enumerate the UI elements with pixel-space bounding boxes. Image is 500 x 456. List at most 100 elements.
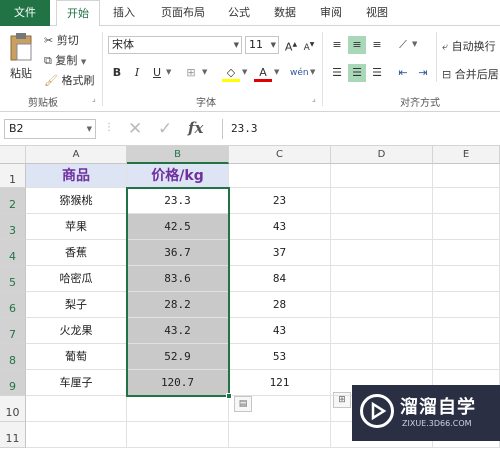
cell-empty[interactable] (229, 396, 331, 422)
align-middle-icon[interactable]: ≡ (348, 36, 366, 54)
cell-d1[interactable] (331, 164, 433, 188)
align-top-icon[interactable]: ≡ (328, 36, 346, 54)
font-size-select[interactable]: 11 ▼ (245, 36, 279, 54)
name-box[interactable]: B2 ▼ (4, 119, 96, 139)
cell-product-name[interactable]: 香蕉 (26, 240, 127, 266)
chevron-down-icon[interactable]: ▼ (242, 68, 247, 76)
row-header-9[interactable]: 9 (0, 370, 26, 396)
cell-empty[interactable] (26, 396, 127, 422)
tab-home[interactable]: 开始 (56, 0, 100, 27)
align-left-icon[interactable]: ☰ (328, 64, 346, 82)
dialog-launcher-icon[interactable]: ⌟ (312, 94, 316, 103)
underline-button[interactable]: U (148, 64, 166, 82)
insert-function-button[interactable]: fx (188, 119, 203, 137)
font-color-icon[interactable]: A (254, 64, 272, 82)
tab-view[interactable]: 视图 (358, 0, 396, 26)
format-painter-button[interactable]: 🖌 格式刷 (44, 72, 94, 88)
fill-color-icon[interactable]: ◇ (222, 64, 240, 82)
cell-empty[interactable] (26, 422, 127, 448)
phonetic-icon[interactable]: wén (290, 64, 309, 82)
dialog-launcher-icon[interactable]: ⌟ (92, 94, 96, 103)
cell-rounded-price[interactable]: 84 (229, 266, 331, 292)
cell-empty[interactable] (331, 292, 433, 318)
cell-product-name[interactable]: 苹果 (26, 214, 127, 240)
cell-empty[interactable] (331, 344, 433, 370)
cell-rounded-price[interactable]: 37 (229, 240, 331, 266)
chevron-down-icon[interactable]: ▼ (412, 40, 417, 48)
cell-rounded-price[interactable]: 23 (229, 188, 331, 214)
cell-empty[interactable] (331, 240, 433, 266)
formula-input[interactable]: 23.3 (222, 119, 496, 139)
column-header-d[interactable]: D (331, 146, 433, 164)
cell-rounded-price[interactable]: 53 (229, 344, 331, 370)
cell-empty[interactable] (433, 318, 500, 344)
cell-product-name[interactable]: 车厘子 (26, 370, 127, 396)
cell-price[interactable]: 83.6 (127, 266, 229, 292)
cell-price[interactable]: 42.5 (127, 214, 229, 240)
tab-page-layout[interactable]: 页面布局 (152, 0, 214, 26)
cell-empty[interactable] (127, 396, 229, 422)
cell-price[interactable]: 36.7 (127, 240, 229, 266)
align-right-icon[interactable]: ☰ (368, 64, 386, 82)
decrease-font-icon[interactable]: A▼ (300, 36, 318, 54)
cell-price[interactable]: 52.9 (127, 344, 229, 370)
row-header-6[interactable]: 6 (0, 292, 26, 318)
cell-empty[interactable] (433, 292, 500, 318)
select-all-corner[interactable] (0, 146, 26, 164)
row-header-4[interactable]: 4 (0, 240, 26, 266)
cell-product-name[interactable]: 哈密瓜 (26, 266, 127, 292)
tab-review[interactable]: 审阅 (312, 0, 350, 26)
tab-data[interactable]: 数据 (266, 0, 304, 26)
increase-font-icon[interactable]: A▲ (282, 36, 300, 54)
cancel-icon[interactable]: ✕ (128, 119, 142, 139)
cell-empty[interactable] (433, 188, 500, 214)
cell-empty[interactable] (331, 266, 433, 292)
orientation-icon[interactable]: ⟋ (394, 36, 412, 54)
tab-file[interactable]: 文件 (0, 0, 50, 26)
cell-rounded-price[interactable]: 43 (229, 214, 331, 240)
row-header-11[interactable]: 11 (0, 422, 26, 448)
decrease-indent-icon[interactable]: ⇤ (394, 64, 412, 82)
align-bottom-icon[interactable]: ≡ (368, 36, 386, 54)
cell-rounded-price[interactable]: 43 (229, 318, 331, 344)
cell-product-name[interactable]: 猕猴桃 (26, 188, 127, 214)
cell-empty[interactable] (433, 344, 500, 370)
column-header-c[interactable]: C (229, 146, 331, 164)
cell-product-name[interactable]: 葡萄 (26, 344, 127, 370)
row-header-5[interactable]: 5 (0, 266, 26, 292)
copy-button[interactable]: ⧉ 复制 ▼ (44, 52, 86, 68)
cell-empty[interactable] (331, 188, 433, 214)
merge-center-button[interactable]: ⊟ 合并后居 (442, 66, 499, 82)
bold-button[interactable]: B (108, 64, 126, 82)
cell-e1[interactable] (433, 164, 500, 188)
cell-c1[interactable] (229, 164, 331, 188)
drag-handle-icon[interactable]: ⋮ (104, 122, 114, 133)
row-header-1[interactable]: 1 (0, 164, 26, 188)
row-header-10[interactable]: 10 (0, 396, 26, 422)
chevron-down-icon[interactable]: ▼ (166, 68, 171, 76)
cell-price[interactable]: 43.2 (127, 318, 229, 344)
cell-empty[interactable] (229, 422, 331, 448)
cell-product-name[interactable]: 梨子 (26, 292, 127, 318)
cut-button[interactable]: ✂ 剪切 (44, 32, 79, 48)
cell-empty[interactable] (331, 214, 433, 240)
column-header-e[interactable]: E (433, 146, 500, 164)
cell-empty[interactable] (433, 240, 500, 266)
row-header-8[interactable]: 8 (0, 344, 26, 370)
cell-empty[interactable] (127, 422, 229, 448)
cell-rounded-price[interactable]: 28 (229, 292, 331, 318)
cell-price[interactable]: 120.7 (127, 370, 229, 396)
cell-price[interactable]: 23.3 (127, 188, 229, 214)
chevron-down-icon[interactable]: ▼ (310, 68, 315, 76)
wrap-text-button[interactable]: ⤶ 自动换行 (442, 38, 496, 54)
cell-b1[interactable]: 价格/kg (127, 164, 229, 188)
enter-icon[interactable]: ✓ (158, 119, 172, 139)
align-center-icon[interactable]: ☰ (348, 64, 366, 82)
cell-empty[interactable] (433, 214, 500, 240)
column-header-b[interactable]: B (127, 146, 229, 164)
column-header-a[interactable]: A (26, 146, 127, 164)
paste-button[interactable]: 粘贴 (6, 32, 36, 88)
row-header-3[interactable]: 3 (0, 214, 26, 240)
cell-empty[interactable] (433, 266, 500, 292)
tab-formulas[interactable]: 公式 (220, 0, 258, 26)
